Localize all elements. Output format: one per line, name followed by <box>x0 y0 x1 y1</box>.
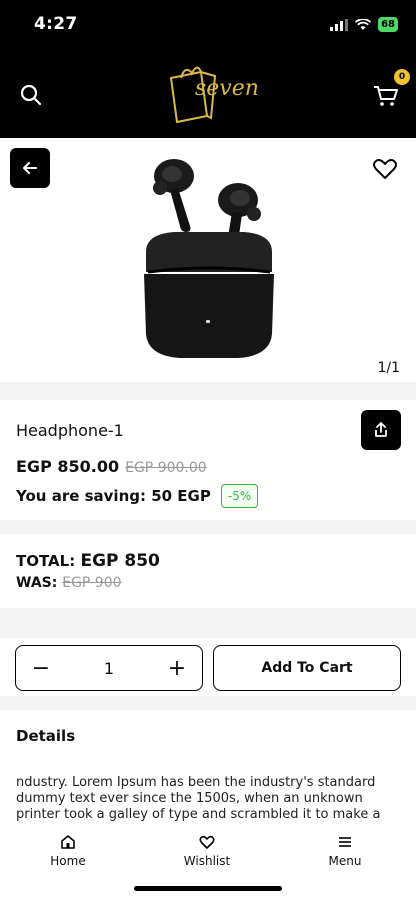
brand-logo[interactable]: seven <box>163 60 263 126</box>
section-divider <box>0 696 416 710</box>
nav-wishlist-label: Wishlist <box>183 854 231 868</box>
section-divider <box>0 608 416 638</box>
back-arrow-icon <box>23 162 37 174</box>
signal-icon <box>330 18 349 31</box>
old-price: EGP 900.00 <box>125 460 207 476</box>
heart-icon <box>199 835 215 849</box>
home-icon <box>61 835 75 849</box>
section-divider <box>0 520 416 534</box>
menu-icon <box>339 837 351 847</box>
nav-wishlist[interactable]: Wishlist <box>167 834 247 868</box>
search-icon[interactable] <box>18 82 44 108</box>
app-header: 4:27 68 seven 0 <box>0 0 416 138</box>
nav-home-label: Home <box>50 854 86 868</box>
was-value: EGP 900 <box>62 575 122 591</box>
image-counter: 1/1 <box>377 360 400 376</box>
total-label: TOTAL: <box>16 552 76 570</box>
details-title: Details <box>16 727 76 745</box>
nav-menu[interactable]: Menu <box>305 834 385 868</box>
status-icons: 68 <box>330 17 398 32</box>
wifi-icon <box>355 18 372 30</box>
saving-row: You are saving: 50 EGP -5% <box>16 484 259 508</box>
heart-icon[interactable] <box>372 156 398 182</box>
add-to-cart-button[interactable]: Add To Cart <box>213 645 401 691</box>
cart-count-badge: 0 <box>394 69 410 85</box>
share-button[interactable] <box>361 410 401 450</box>
cart-icon[interactable] <box>372 82 400 108</box>
current-price: EGP 850.00 <box>16 457 120 476</box>
saving-text: You are saving: 50 EGP <box>16 487 211 505</box>
total-line: TOTAL: EGP 850 <box>16 551 160 571</box>
back-button[interactable] <box>10 148 50 188</box>
section-divider <box>0 382 416 400</box>
nav-menu-label: Menu <box>328 854 362 868</box>
decrease-quantity-button[interactable]: − <box>28 656 54 681</box>
product-name: Headphone-1 <box>16 421 124 440</box>
was-line: WAS: EGP 900 <box>16 575 122 591</box>
price-row: EGP 850.00 EGP 900.00 <box>16 457 207 476</box>
share-icon <box>375 422 387 437</box>
increase-quantity-button[interactable]: + <box>164 656 190 681</box>
nav-home[interactable]: Home <box>28 834 108 868</box>
status-bar: 4:27 68 <box>0 14 416 36</box>
discount-badge: -5% <box>220 484 259 508</box>
total-value: EGP 850 <box>80 551 160 571</box>
status-time: 4:27 <box>34 14 78 34</box>
details-text: ndustry. Lorem Ipsum has been the indust… <box>16 775 381 822</box>
was-label: WAS: <box>16 575 58 591</box>
home-indicator[interactable] <box>134 886 282 891</box>
brand-name: seven <box>195 76 259 101</box>
product-image[interactable] <box>134 152 282 364</box>
quantity-stepper: − 1 + <box>15 645 203 691</box>
battery-indicator: 68 <box>378 17 398 32</box>
quantity-value: 1 <box>103 658 115 678</box>
